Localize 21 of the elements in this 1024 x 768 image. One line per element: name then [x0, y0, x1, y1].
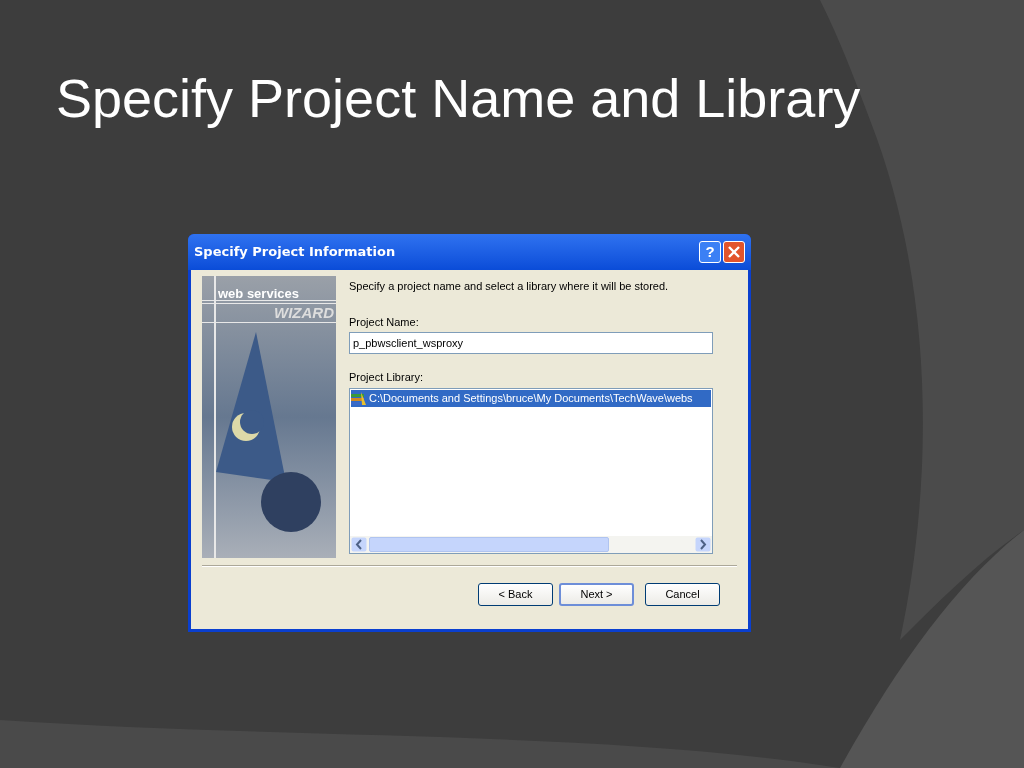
library-item[interactable]: C:\Documents and Settings\bruce\My Documents\TechWave\webs — [351, 390, 711, 407]
library-icon — [351, 391, 367, 406]
help-button[interactable]: ? — [699, 241, 721, 263]
horizontal-scrollbar[interactable] — [350, 536, 712, 553]
slide-title: Specify Project Name and Library — [56, 68, 861, 128]
banner-text: WIZARD — [274, 305, 334, 321]
library-path: C:\Documents and Settings\bruce\My Documents\TechWave\webs — [369, 391, 693, 407]
scroll-left-icon[interactable] — [351, 537, 367, 552]
project-name-label: Project Name: — [349, 315, 420, 329]
close-button[interactable] — [723, 241, 745, 263]
project-library-label: Project Library: — [349, 370, 424, 384]
dialog-title: Specify Project Information — [194, 243, 397, 262]
scroll-right-icon[interactable] — [695, 537, 711, 552]
dialog-button[interactable]: Next > — [559, 583, 634, 606]
dialog-button[interactable]: < Back — [478, 583, 553, 606]
project-name-field[interactable]: p_pbwsclient_wsproxy — [349, 332, 713, 354]
banner-text: web services — [218, 287, 299, 301]
dialog-button[interactable]: Cancel — [645, 583, 720, 606]
scrollbar-thumb[interactable] — [369, 537, 609, 552]
instruction-text: Specify a project name and select a library where it will be stored. — [349, 279, 670, 293]
close-icon — [728, 246, 740, 258]
